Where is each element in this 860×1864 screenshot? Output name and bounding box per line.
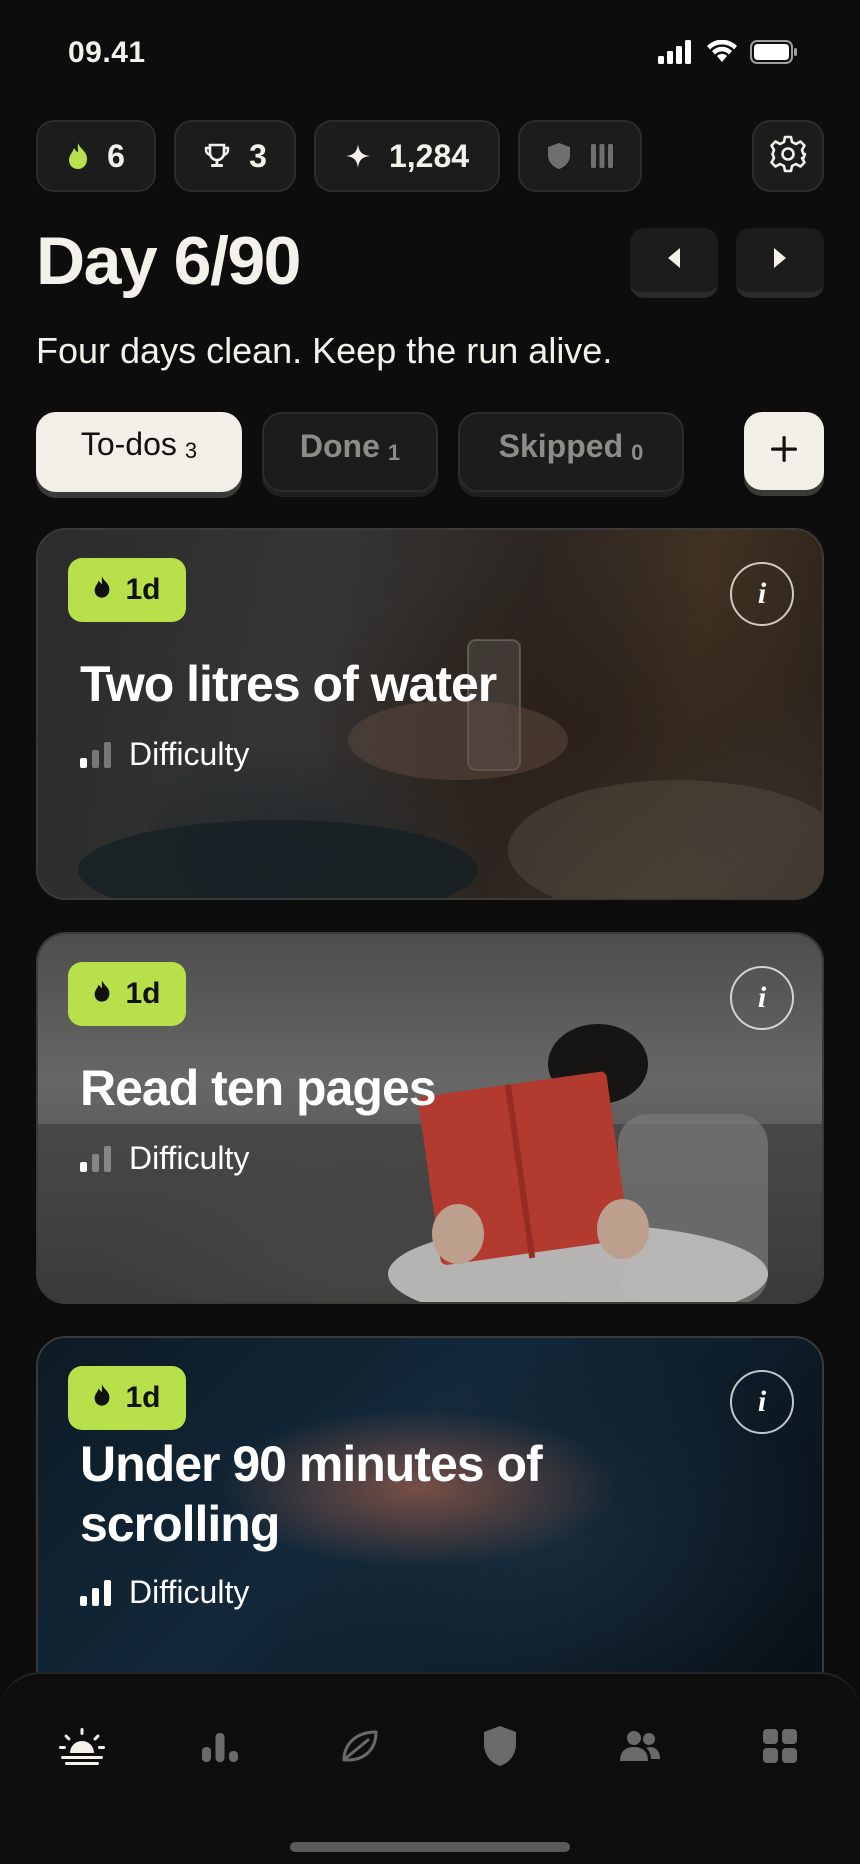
difficulty: Difficulty [80,736,249,773]
info-icon: i [757,577,767,610]
flame-icon [93,1381,111,1415]
day-title: Day 6/90 [36,223,301,299]
task-card[interactable]: 1d i Two litres of water Difficulty [36,528,824,900]
nav-habits[interactable] [330,1722,390,1774]
status-bar: 09.41 [0,0,860,110]
difficulty-bars-icon [80,1145,111,1172]
nav-protection[interactable] [470,1722,530,1774]
shield-pill[interactable] [518,120,642,192]
shield-level-bars-icon [591,144,613,168]
status-icons [658,39,798,69]
previous-day-button[interactable] [630,228,718,298]
shield-icon [547,142,571,170]
difficulty-bars-icon [80,1579,111,1606]
nav-community[interactable] [610,1722,670,1774]
next-day-button[interactable] [736,228,824,298]
badge-label: 1d [125,573,161,606]
card-title-line: scrolling [80,1496,280,1552]
card-title: Under 90 minutes of scrolling [80,1434,543,1554]
info-button[interactable]: i [730,562,794,626]
sunrise-icon [59,1726,105,1771]
info-icon: i [757,1385,767,1418]
card-title-line: Under 90 minutes of [80,1436,543,1492]
status-time: 09.41 [68,36,146,69]
tab-count: 1 [387,440,401,465]
tab-label: To-dos [80,426,177,462]
streak-badge: 1d [68,1366,186,1430]
tab-count: 0 [631,440,644,465]
difficulty-label: Difficulty [129,1140,250,1176]
battery-icon [750,40,798,69]
plus-icon [770,435,798,468]
signal-icon [658,40,694,69]
caret-left-icon [666,247,682,274]
apps-icon [762,1728,798,1769]
sparkle-icon [345,143,371,169]
card-title: Read ten pages [80,1060,437,1116]
streak-pill[interactable]: 6 [36,120,156,192]
tab-count: 3 [184,438,198,463]
leaf-icon [340,1728,380,1769]
flame-icon [67,142,89,170]
bottom-navigation [0,1672,860,1864]
streak-count: 6 [107,137,125,174]
tab-skipped[interactable]: Skipped 0 [458,412,684,492]
community-icon [619,1729,661,1768]
home-indicator[interactable] [290,1842,570,1852]
wifi-icon [706,39,738,69]
nav-stats[interactable] [190,1722,250,1774]
difficulty: Difficulty [80,1140,249,1177]
flame-icon [93,573,111,607]
nav-today[interactable] [52,1722,112,1774]
caret-right-icon [772,247,788,274]
trophy-count: 3 [249,137,267,174]
trophy-pill[interactable]: 3 [174,120,296,192]
tab-label: Done [299,428,380,464]
info-icon: i [757,981,767,1014]
tab-done[interactable]: Done 1 [262,412,438,492]
settings-button[interactable] [752,120,824,192]
gear-icon [769,135,807,178]
difficulty-label: Difficulty [129,736,250,772]
difficulty: Difficulty [80,1574,249,1611]
info-button[interactable]: i [730,966,794,1030]
flame-icon [93,977,111,1011]
difficulty-label: Difficulty [129,1574,250,1610]
badge-label: 1d [125,1381,161,1414]
points-pill[interactable]: 1,284 [314,120,500,192]
nav-more[interactable] [750,1722,810,1774]
task-card[interactable]: 1d i Read ten pages Difficulty [36,932,824,1304]
tab-todos[interactable]: To-dos 3 [36,412,242,492]
stats-row: 6 3 1,284 [36,120,824,192]
shield-icon [482,1725,518,1772]
day-subtitle: Four days clean. Keep the run alive. [36,330,613,371]
card-title: Two litres of water [80,656,497,712]
difficulty-bars-icon [80,741,111,768]
points-count: 1,284 [388,137,470,174]
streak-badge: 1d [68,558,186,622]
info-button[interactable]: i [730,1370,794,1434]
trophy-icon [203,142,231,170]
tab-label: Skipped [498,428,624,464]
stats-icon [200,1729,240,1768]
add-task-button[interactable] [744,412,824,490]
streak-badge: 1d [68,962,186,1026]
badge-label: 1d [125,977,161,1010]
